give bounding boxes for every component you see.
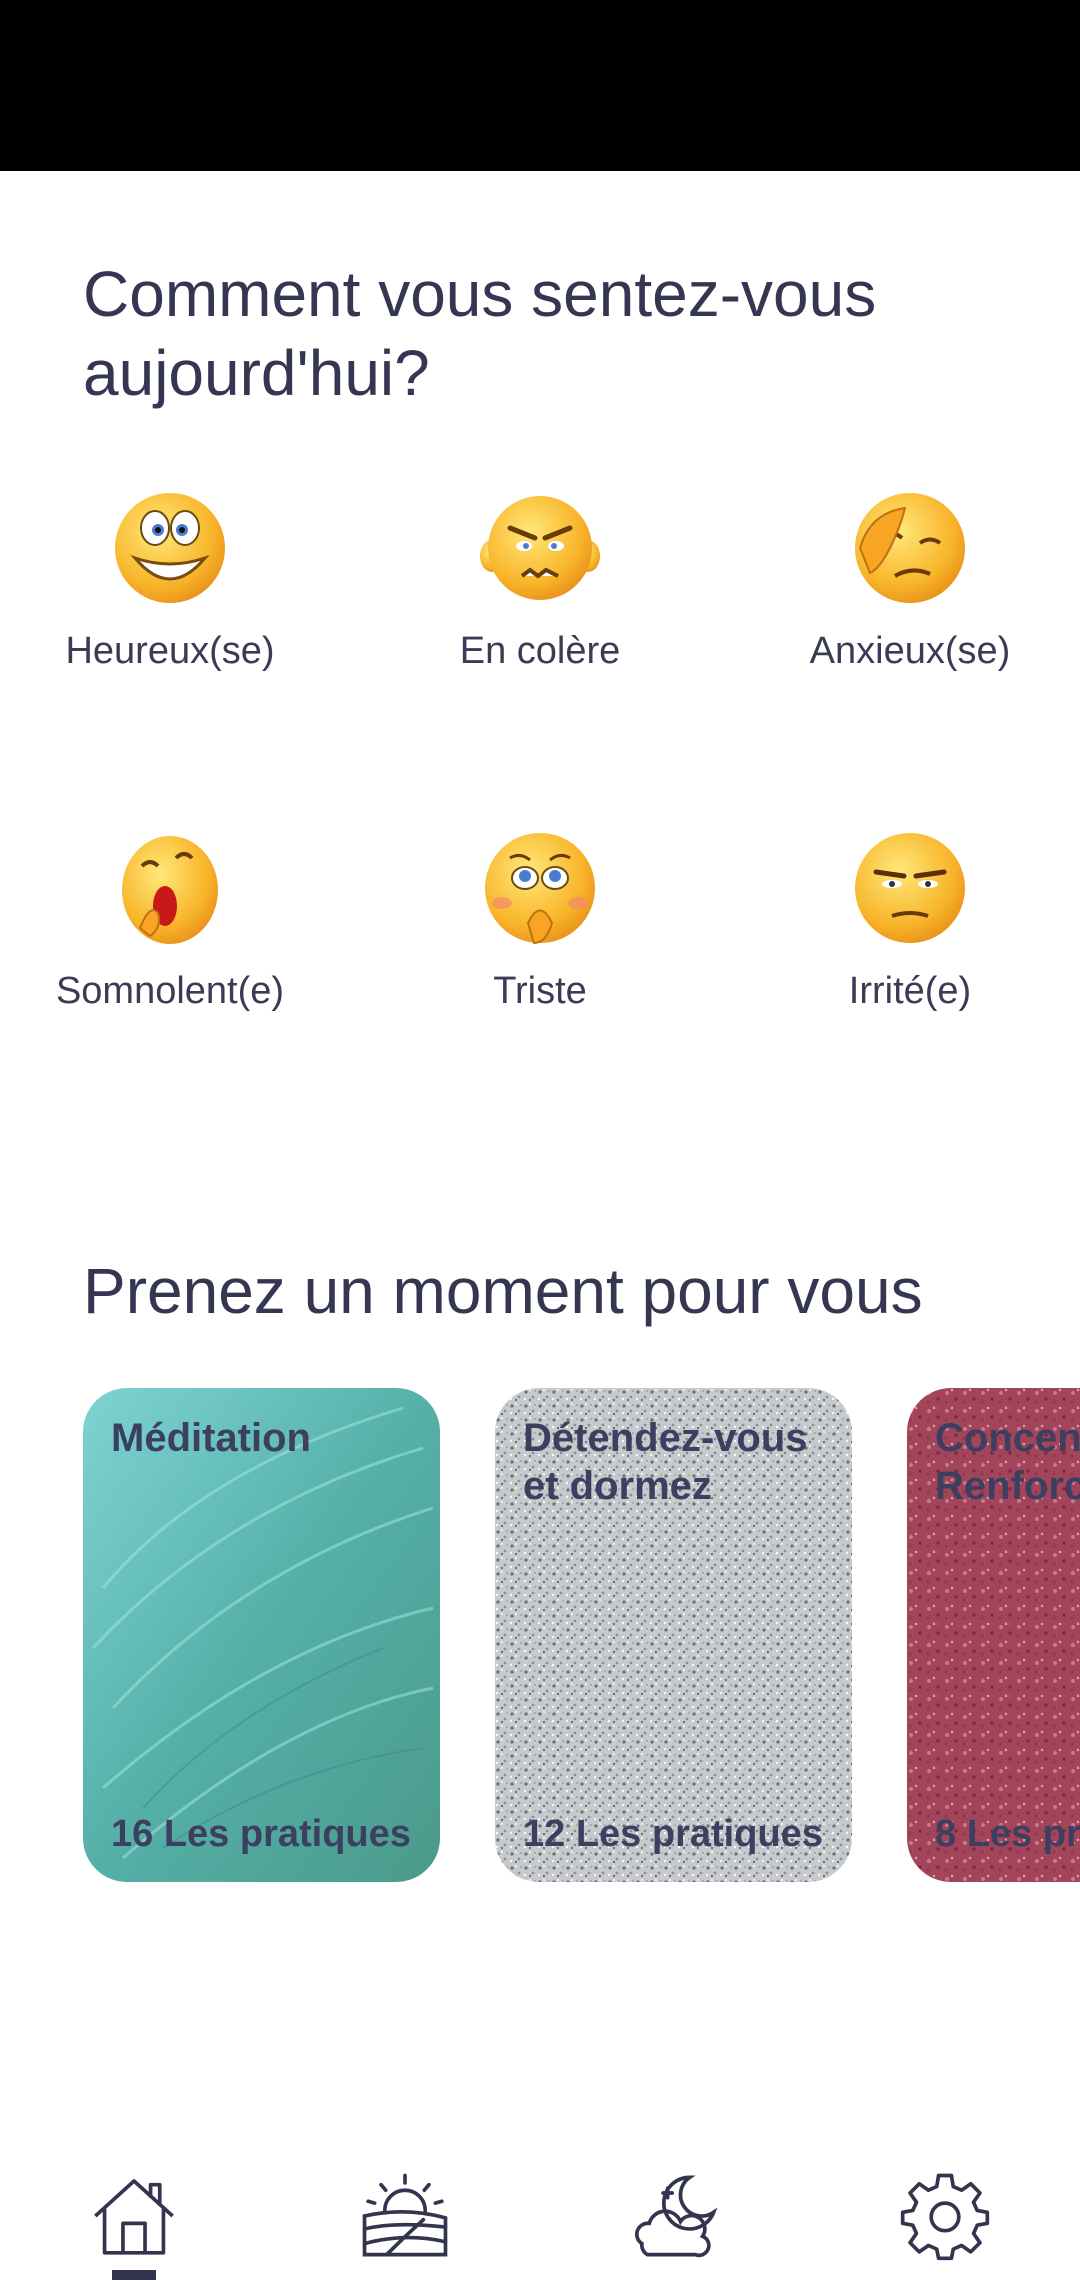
home-icon — [94, 2179, 174, 2255]
gear-icon — [900, 2173, 990, 2261]
moon-clouds-icon — [634, 2175, 718, 2258]
card-practice-count: 8 Les pratiques — [935, 1813, 1080, 1855]
moment-section-title: Prenez un moment pour vous — [83, 1255, 923, 1327]
sleepy-face-icon — [122, 836, 218, 944]
mood-label: En colère — [459, 630, 621, 672]
nav-home[interactable] — [74, 2170, 194, 2280]
mood-anxious[interactable]: Anxieux(se) — [740, 488, 1080, 673]
angry-face-icon — [480, 496, 600, 600]
mood-label: Irrité(e) — [848, 970, 972, 1012]
sunrise-landscape-icon — [362, 2173, 448, 2257]
mood-sad[interactable]: Triste — [370, 828, 710, 1013]
active-tab-indicator — [112, 2270, 156, 2280]
bottom-navigation — [0, 2160, 1080, 2280]
card-practice-count: 12 Les pratiques — [523, 1813, 823, 1855]
mood-angry[interactable]: En colère — [370, 488, 710, 673]
mood-label: Somnolent(e) — [55, 970, 285, 1012]
nav-night[interactable] — [615, 2170, 735, 2280]
nav-morning[interactable] — [345, 2170, 465, 2280]
mood-label: Heureux(se) — [65, 630, 275, 672]
practice-cards-carousel[interactable]: Méditation 16 Les pratiques Détendez-vou… — [0, 1388, 1080, 1882]
anxious-face-icon — [855, 493, 965, 603]
happy-face-icon — [115, 493, 225, 603]
status-bar — [0, 0, 1080, 171]
mood-label: Triste — [493, 970, 587, 1012]
card-relax-sleep[interactable]: Détendez-vous et dormez 12 Les pratiques — [495, 1388, 852, 1882]
mood-sleepy[interactable]: Somnolent(e) — [0, 828, 340, 1013]
card-concentration[interactable]: Concentration Renforcement 8 Les pratiqu… — [907, 1388, 1080, 1882]
mood-irritated[interactable]: Irrité(e) — [740, 828, 1080, 1013]
mood-happy[interactable]: Heureux(se) — [0, 488, 340, 673]
card-practice-count: 16 Les pratiques — [111, 1813, 411, 1855]
card-title: Détendez-vous et dormez — [523, 1416, 808, 1508]
sad-face-icon — [485, 833, 595, 945]
mood-label: Anxieux(se) — [809, 630, 1011, 672]
card-title: Méditation — [111, 1416, 311, 1460]
card-background — [83, 1388, 440, 1882]
mood-section-title: Comment vous sentez-vous aujourd'hui? — [83, 258, 877, 410]
irritated-face-icon — [855, 833, 965, 943]
card-title: Concentration Renforcement — [935, 1416, 1080, 1508]
nav-settings[interactable] — [885, 2170, 1005, 2280]
card-meditation[interactable]: Méditation 16 Les pratiques — [83, 1388, 440, 1882]
